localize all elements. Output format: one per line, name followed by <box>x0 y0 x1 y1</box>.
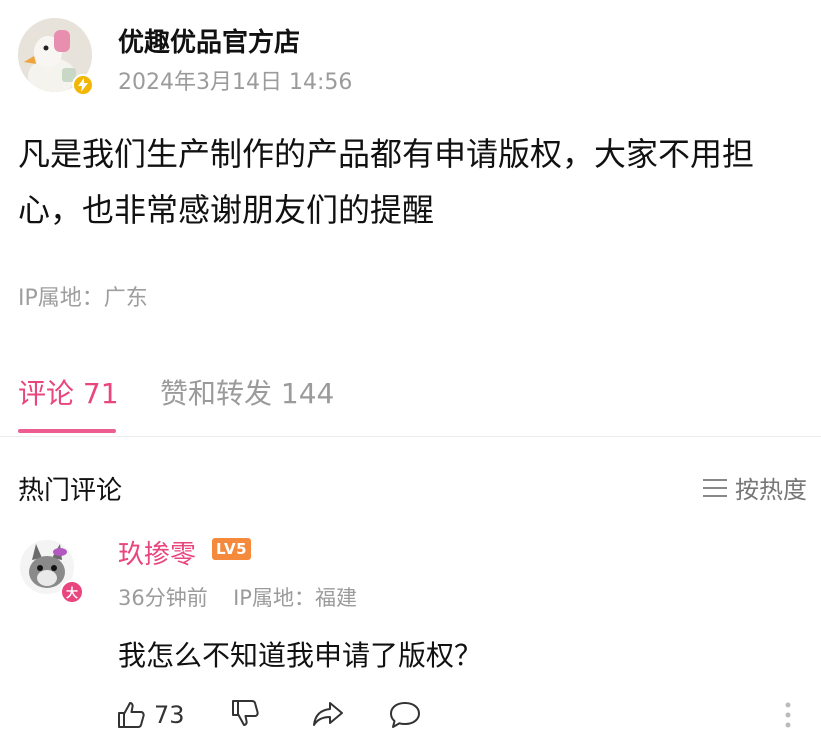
level-badge: LV5 <box>212 538 252 560</box>
comment-ip-location: IP属地：福建 <box>233 586 357 610</box>
sort-button[interactable]: 按热度 <box>703 470 807 505</box>
share-icon <box>313 702 343 726</box>
tab-comments[interactable]: 评论 71 <box>18 372 119 412</box>
like-count: 73 <box>154 701 185 729</box>
more-icon <box>785 702 791 728</box>
verified-badge <box>72 74 94 96</box>
thumb-down-icon <box>232 700 259 726</box>
divider <box>0 436 821 437</box>
lightning-icon <box>78 78 88 92</box>
post-ip-location: IP属地：广东 <box>18 286 148 311</box>
commenter-name[interactable]: 玖掺零 <box>118 534 196 571</box>
share-button[interactable] <box>312 700 344 728</box>
comment-text: 我怎么不知道我申请了版权？ <box>118 639 483 672</box>
active-tab-indicator <box>18 429 116 433</box>
more-button[interactable] <box>784 700 792 730</box>
like-button[interactable]: 73 <box>116 700 185 730</box>
sort-label: 按热度 <box>735 476 807 504</box>
reply-button[interactable] <box>388 700 422 730</box>
hot-comments-title: 热门评论 <box>18 476 123 506</box>
author-name[interactable]: 优趣优品官方店 <box>118 22 300 59</box>
post-body: 凡是我们生产制作的产品都有申请版权，大家不用担心，也非常感谢朋友们的提醒 <box>18 135 755 229</box>
commenter-badge: 大 <box>60 580 84 604</box>
comment-meta: 36分钟前 IP属地：福建 <box>118 582 357 612</box>
post-timestamp: 2024年3月14日 14:56 <box>118 70 353 95</box>
comment-icon <box>390 702 420 728</box>
dislike-button[interactable] <box>230 698 260 728</box>
tab-likes-shares[interactable]: 赞和转发 144 <box>160 372 334 412</box>
comment-time: 36分钟前 <box>118 586 208 610</box>
sort-lines-icon <box>703 478 727 497</box>
thumb-up-icon <box>118 702 145 728</box>
